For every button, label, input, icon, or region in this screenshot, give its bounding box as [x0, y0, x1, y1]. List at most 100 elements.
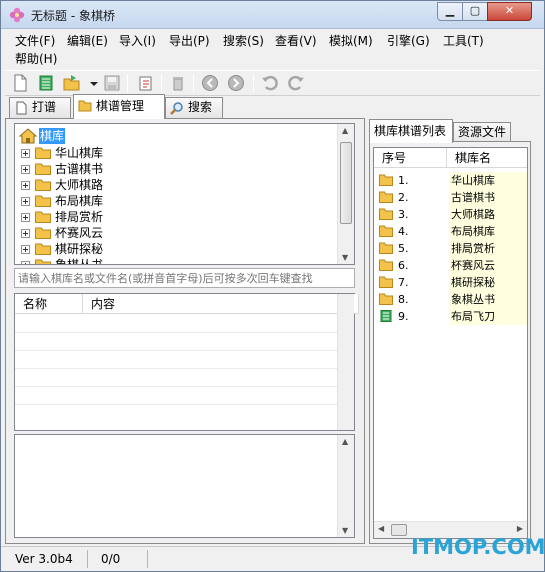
item-name: 大师棋路 — [449, 206, 527, 223]
scroll-up-icon[interactable]: ▲ — [342, 437, 348, 446]
menu-simulate[interactable]: 模拟(M) — [327, 32, 375, 50]
column-header-content[interactable]: 内容 — [83, 294, 359, 314]
item-name: 排局赏析 — [449, 240, 527, 257]
tree-item[interactable]: 布局棋库 — [15, 193, 315, 209]
list-scrollbar[interactable] — [337, 294, 354, 430]
forward-button[interactable] — [227, 74, 245, 92]
list-item[interactable]: 3. 大师棋路 — [374, 206, 527, 223]
tree-item[interactable]: 棋研探秘 — [15, 241, 315, 257]
list-item[interactable]: 2. 古谱棋书 — [374, 189, 527, 206]
undo-icon — [262, 75, 278, 91]
expand-icon[interactable] — [21, 197, 30, 206]
tree-item[interactable]: 象棋丛书 — [15, 257, 315, 264]
undo-button[interactable] — [261, 74, 279, 92]
folder-icon — [379, 242, 393, 254]
open-button[interactable] — [63, 74, 81, 92]
list-item[interactable]: 4. 布局棋库 — [374, 223, 527, 240]
grid-line — [15, 386, 345, 387]
redo-button[interactable] — [287, 74, 305, 92]
open-dropdown[interactable] — [85, 74, 98, 92]
library-tree[interactable]: 棋库 华山棋库 古谱棋书 大师棋路 布局棋库 排局赏析 杯赛风云 棋研探秘 象棋… — [14, 123, 355, 265]
document-icon — [16, 101, 27, 115]
tree-item[interactable]: 古谱棋书 — [15, 161, 315, 177]
tree-item-label: 棋研探秘 — [55, 242, 104, 256]
scroll-down-icon[interactable]: ▼ — [342, 526, 348, 535]
list-item[interactable]: 1. 华山棋库 — [374, 172, 527, 189]
list-button[interactable] — [37, 74, 55, 92]
menu-search[interactable]: 搜索(S) — [221, 32, 266, 50]
expand-icon[interactable] — [21, 213, 30, 222]
menu-import[interactable]: 导入(I) — [117, 32, 158, 50]
tree-item[interactable]: 杯赛风云 — [15, 225, 315, 241]
scroll-thumb[interactable] — [340, 142, 352, 224]
list-item[interactable]: 8. 象棋丛书 — [374, 291, 527, 308]
item-number: 9. — [398, 310, 409, 323]
scroll-down-icon[interactable]: ▼ — [342, 253, 348, 262]
detail-scrollbar[interactable]: ▲ ▼ — [337, 435, 354, 537]
menu-tools[interactable]: 工具(T) — [441, 32, 486, 50]
list-item[interactable]: 9. 布局飞刀 — [374, 308, 527, 325]
item-name: 布局飞刀 — [449, 308, 527, 325]
close-button[interactable]: ✕ — [487, 2, 532, 21]
grid-line — [15, 332, 345, 333]
tree-item[interactable]: 大师棋路 — [15, 177, 315, 193]
save-button[interactable] — [103, 74, 121, 92]
scroll-right-icon[interactable]: ▶ — [517, 524, 523, 533]
list-item[interactable]: 5. 排局赏析 — [374, 240, 527, 257]
scroll-thumb[interactable] — [391, 524, 407, 536]
column-header-library-name[interactable]: 棋库名 — [447, 148, 527, 168]
scroll-up-icon[interactable]: ▲ — [342, 126, 348, 135]
menu-edit[interactable]: 编辑(E) — [65, 32, 110, 50]
expand-icon[interactable] — [21, 245, 30, 254]
edit-button[interactable] — [137, 74, 155, 92]
file-list[interactable]: 名称 内容 — [14, 293, 359, 431]
folder-icon — [35, 243, 51, 255]
title-bar[interactable]: 无标题 - 象棋桥 ▁ ▢ ✕ — [1, 1, 544, 29]
flower-app-icon — [9, 7, 25, 23]
tab-search[interactable]: 搜索 — [165, 97, 223, 118]
tab-library-manage[interactable]: 棋谱管理 — [73, 94, 165, 119]
menu-engine[interactable]: 引擎(G) — [385, 32, 432, 50]
expand-icon[interactable] — [21, 165, 30, 174]
tab-resource-files[interactable]: 资源文件 — [453, 122, 511, 143]
scroll-left-icon[interactable]: ◀ — [378, 524, 384, 533]
list-item[interactable]: 7. 棋研探秘 — [374, 274, 527, 291]
tree-root-label[interactable]: 棋库 — [39, 128, 66, 144]
tree-item[interactable]: 排局赏析 — [15, 209, 315, 225]
expand-icon[interactable] — [21, 229, 30, 238]
site-watermark: ITMOP.COM — [411, 535, 545, 559]
expand-icon[interactable] — [21, 149, 30, 158]
item-name: 布局棋库 — [449, 223, 527, 240]
new-button[interactable] — [11, 74, 29, 92]
tree-item-label: 布局棋库 — [55, 194, 104, 208]
minimize-button[interactable]: ▁ — [437, 2, 463, 21]
expand-icon[interactable] — [21, 181, 30, 190]
library-list[interactable]: 序号 棋库名 1. 华山棋库 2. 古谱棋书 3. 大师棋路 4. 布局棋库 5… — [373, 147, 528, 539]
detail-textarea[interactable]: ▲ ▼ — [14, 434, 355, 538]
menu-export[interactable]: 导出(P) — [167, 32, 212, 50]
item-name: 杯赛风云 — [449, 257, 527, 274]
menu-help[interactable]: 帮助(H) — [13, 50, 59, 68]
tab-library-list[interactable]: 棋库棋谱列表 — [369, 119, 453, 143]
tree-scrollbar[interactable]: ▲ ▼ — [337, 124, 354, 264]
list-item[interactable]: 6. 杯赛风云 — [374, 257, 527, 274]
expand-icon[interactable] — [21, 261, 30, 264]
magnifier-icon — [170, 102, 183, 115]
document-icon — [380, 310, 392, 322]
column-header-name[interactable]: 名称 — [15, 294, 83, 314]
tree-root[interactable]: 棋库 — [15, 128, 315, 144]
column-header-number[interactable]: 序号 — [374, 148, 447, 168]
menu-view[interactable]: 查看(V) — [273, 32, 319, 50]
item-name: 古谱棋书 — [449, 189, 527, 206]
library-search-input[interactable] — [14, 268, 355, 288]
tab-resource-files-label: 资源文件 — [458, 125, 507, 139]
tree-item[interactable]: 华山棋库 — [15, 145, 315, 161]
back-button[interactable] — [201, 74, 219, 92]
grid-line — [15, 350, 345, 351]
delete-button[interactable] — [169, 74, 187, 92]
grid-line — [15, 368, 345, 369]
menu-file[interactable]: 文件(F) — [13, 32, 57, 50]
tab-record[interactable]: 打谱 — [9, 97, 71, 118]
maximize-button[interactable]: ▢ — [462, 2, 488, 21]
folder-icon — [35, 227, 51, 239]
